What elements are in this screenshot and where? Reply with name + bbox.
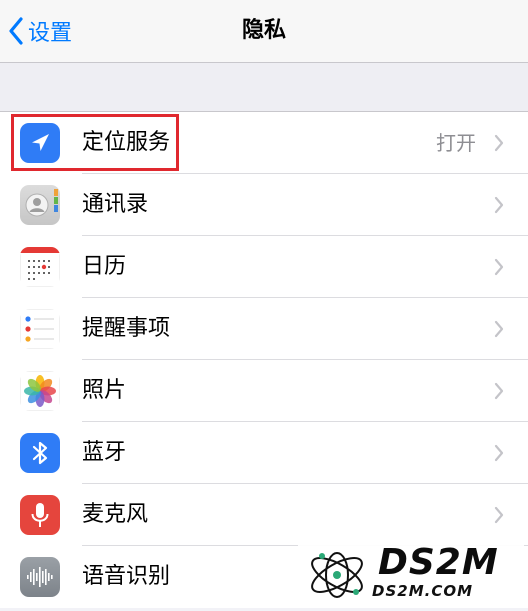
chevron-right-icon: [494, 258, 504, 276]
row-microphone[interactable]: 麦克风: [0, 484, 528, 546]
reminders-icon: [20, 309, 60, 349]
chevron-right-icon: [494, 444, 504, 462]
chevron-right-icon: [494, 382, 504, 400]
watermark-title: DS2M: [378, 542, 499, 583]
section-spacer: [0, 63, 528, 111]
watermark-url: DS2M.COM: [372, 582, 474, 600]
row-label: 通讯录: [82, 192, 149, 217]
contacts-icon: [20, 185, 60, 225]
row-label: 提醒事项: [82, 316, 171, 341]
row-location-services[interactable]: 定位服务 打开: [0, 112, 528, 174]
row-contacts[interactable]: 通讯录: [0, 174, 528, 236]
chevron-right-icon: [494, 134, 504, 152]
navigation-bar: 设置 隐私: [0, 0, 528, 63]
row-label: 麦克风: [82, 502, 149, 527]
microphone-icon: [20, 495, 60, 535]
calendar-icon: [20, 247, 60, 287]
row-label: 语音识别: [82, 564, 171, 589]
row-reminders[interactable]: 提醒事项: [0, 298, 528, 360]
row-calendar[interactable]: 日历: [0, 236, 528, 298]
row-label: 蓝牙: [82, 440, 127, 465]
row-value: 打开: [436, 131, 476, 155]
row-photos[interactable]: 照片: [0, 360, 528, 422]
watermark: DS2M DS2M.COM: [298, 538, 524, 608]
page-title: 隐私: [241, 18, 286, 43]
row-label: 定位服务: [82, 130, 171, 155]
watermark-logo-icon: [311, 552, 363, 598]
chevron-right-icon: [494, 320, 504, 338]
photos-icon: [20, 371, 60, 411]
row-label: 照片: [82, 378, 127, 403]
location-arrow-icon: [20, 123, 60, 163]
privacy-settings-list: 定位服务 打开 通讯录 日历 提醒事项 照片 蓝牙 麦克风 语音识别: [0, 111, 528, 608]
chevron-right-icon: [494, 506, 504, 524]
bluetooth-icon: [20, 433, 60, 473]
row-bluetooth[interactable]: 蓝牙: [0, 422, 528, 484]
row-label: 日历: [82, 254, 127, 279]
speech-recognition-icon: [20, 557, 60, 597]
chevron-right-icon: [494, 196, 504, 214]
